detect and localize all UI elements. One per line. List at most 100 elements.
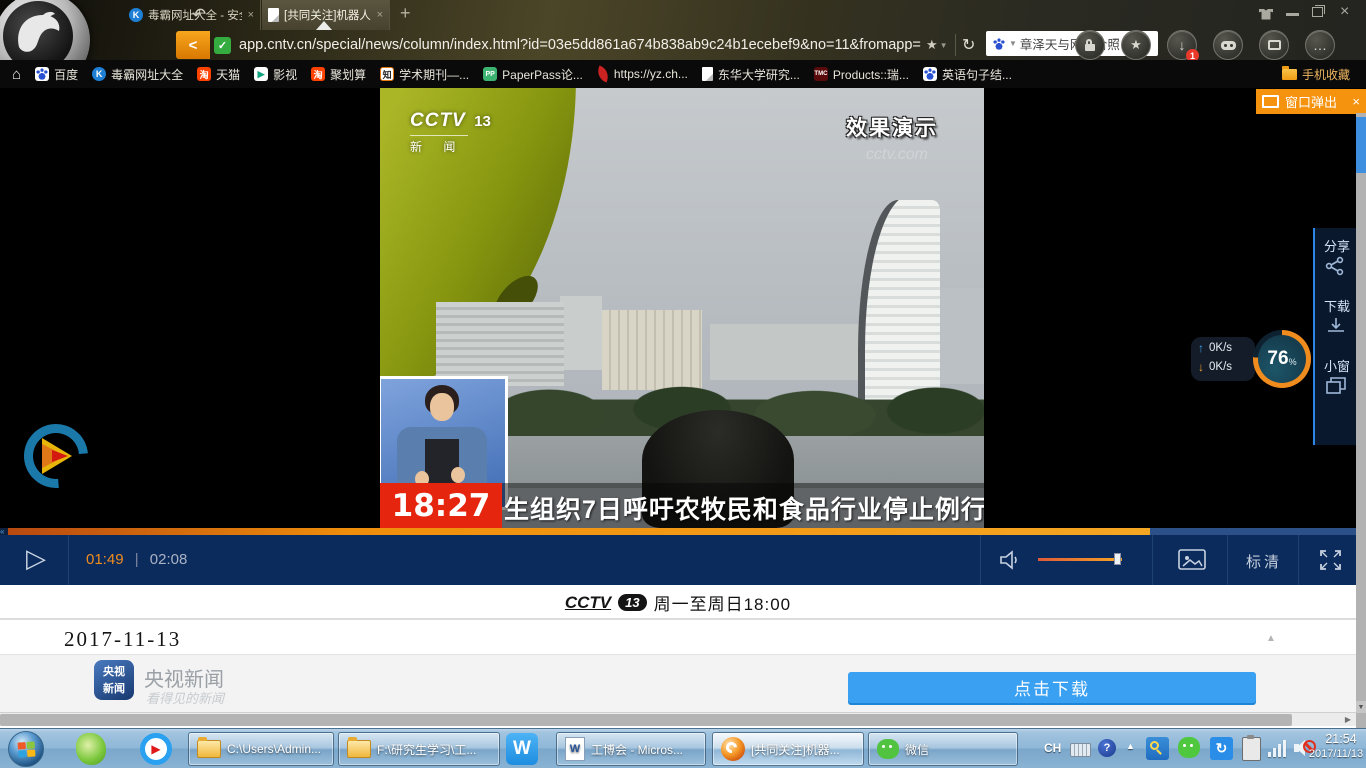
- tray-wechat-icon[interactable]: [1178, 737, 1200, 758]
- tray-search-icon[interactable]: [1146, 737, 1169, 760]
- home-icon[interactable]: ⌂: [12, 66, 21, 83]
- tab-duba-homepage[interactable]: K 毒霸网址大全 - 安全... ×: [123, 0, 261, 30]
- mini-window-label[interactable]: 小窗: [1324, 356, 1350, 375]
- tmc-icon: TMC: [814, 67, 828, 81]
- bookmark-juhuasuan[interactable]: 淘聚划算: [311, 66, 366, 83]
- share-icon[interactable]: [1325, 256, 1347, 276]
- privacy-lock-button[interactable]: [1075, 30, 1105, 60]
- video-frame[interactable]: CCTV 13 新 闻 效果演示 cctv.com 18:27 生组织7日呼吁农…: [380, 88, 984, 528]
- folder-icon: [197, 740, 221, 758]
- download-label[interactable]: 下载: [1324, 296, 1350, 315]
- bookmarks-bar: ⌂ 百度 K毒霸网址大全 淘天猫 ▶ 影视 淘聚划算 知学术期刊—... PPPa…: [0, 60, 1366, 88]
- fullscreen-button[interactable]: [1318, 548, 1343, 572]
- schedule-text: 周一至周日18:00: [654, 590, 792, 615]
- seek-bar[interactable]: «: [0, 528, 1366, 535]
- quality-button[interactable]: 标清: [1246, 551, 1282, 572]
- windows-flag-icon: [17, 741, 35, 757]
- volume-icon[interactable]: [998, 549, 1022, 571]
- play-icon: ▶: [254, 67, 268, 81]
- video-center-button[interactable]: [1259, 30, 1289, 60]
- play-button[interactable]: ▷: [26, 543, 46, 574]
- address-back-button[interactable]: <: [176, 31, 210, 59]
- bookmark-duba[interactable]: K毒霸网址大全: [92, 66, 183, 83]
- popup-close-icon[interactable]: ×: [1352, 94, 1360, 109]
- upload-arrow-icon: ↑: [1198, 341, 1204, 355]
- volume-slider[interactable]: [1038, 558, 1122, 561]
- bookmark-label: 影视: [273, 66, 297, 83]
- download-arrow-icon: ↓: [1198, 360, 1204, 374]
- taskbar-window-word[interactable]: W 工博会 - Micros...: [556, 732, 706, 766]
- tray-help-icon[interactable]: ?: [1098, 739, 1116, 757]
- bookmark-video[interactable]: ▶ 影视: [254, 66, 297, 83]
- taskbar-window-folder-f[interactable]: F:\研究生学习\工...: [338, 732, 500, 766]
- taskbar-window-folder-c[interactable]: C:\Users\Admin...: [188, 732, 334, 766]
- new-tab-button[interactable]: +: [400, 3, 411, 24]
- media-player-icon[interactable]: ▶: [140, 733, 172, 765]
- tray-clock[interactable]: 21:54 2017/11/13: [1318, 732, 1364, 760]
- vertical-scrollbar-thumb[interactable]: [1356, 117, 1366, 173]
- download-icon[interactable]: [1325, 316, 1347, 336]
- accelerator-gauge[interactable]: 76%: [1253, 330, 1311, 388]
- reload-button[interactable]: ↻: [962, 31, 975, 59]
- window-label: F:\研究生学习\工...: [377, 741, 476, 758]
- search-engine-dropdown-icon[interactable]: ▼: [1009, 39, 1017, 48]
- minimize-button[interactable]: [1286, 13, 1299, 16]
- window-label: 工博会 - Micros...: [591, 741, 683, 758]
- menu-more-button[interactable]: …: [1305, 30, 1335, 60]
- bookmark-yz[interactable]: https://yz.ch...: [597, 67, 688, 81]
- window-close-button[interactable]: ×: [1340, 3, 1349, 21]
- bookmark-baidu[interactable]: 百度: [35, 66, 78, 83]
- tray-clipboard-icon[interactable]: [1242, 737, 1261, 761]
- star-icon: ★: [1130, 37, 1142, 53]
- bookmark-tmall[interactable]: 淘天猫: [197, 66, 240, 83]
- bookmark-star[interactable]: ★▼: [926, 31, 948, 59]
- taskbar-window-browser[interactable]: [共同关注]机器...: [712, 732, 864, 766]
- popup-label: 窗口弹出: [1285, 92, 1346, 111]
- tab-close-icon[interactable]: ×: [377, 9, 383, 21]
- horizontal-scrollbar[interactable]: ▶: [0, 712, 1356, 726]
- bookmark-cnki[interactable]: 知学术期刊—...: [380, 66, 469, 83]
- start-button[interactable]: [8, 731, 44, 767]
- bookmark-dhu[interactable]: 东华大学研究...: [702, 66, 800, 83]
- tab-close-icon[interactable]: ×: [248, 9, 254, 21]
- scroll-right-arrow[interactable]: ▶: [1340, 713, 1356, 726]
- download-app-button[interactable]: 点击下载: [848, 672, 1256, 703]
- snapshot-button[interactable]: [1178, 548, 1206, 571]
- volume-handle[interactable]: [1114, 553, 1121, 565]
- mini-window-icon[interactable]: [1325, 376, 1347, 396]
- url-text[interactable]: app.cntv.cn/special/news/column/index.ht…: [239, 37, 921, 53]
- cheetah-browser-icon: [721, 737, 745, 761]
- bookmarks-folder-mobile[interactable]: 手机收藏: [1282, 66, 1350, 83]
- tray-sync-icon[interactable]: ↻: [1210, 737, 1233, 760]
- active-tab-pointer: [316, 21, 332, 30]
- downloads-button[interactable]: ↓1: [1167, 30, 1197, 60]
- folder-icon: [1282, 69, 1297, 80]
- tray-keyboard-icon[interactable]: [1070, 743, 1091, 757]
- popup-window-button[interactable]: 窗口弹出 ×: [1256, 89, 1366, 114]
- scroll-down-arrow[interactable]: ▼: [1356, 701, 1366, 713]
- coreldraw-icon[interactable]: [76, 733, 106, 765]
- scroll-up-arrow[interactable]: ▲: [1266, 633, 1276, 644]
- baidu-paw-icon: [35, 67, 49, 81]
- taskbar-window-wechat[interactable]: 微信: [868, 732, 1018, 766]
- tray-language-indicator[interactable]: CH: [1044, 741, 1061, 755]
- horizontal-scrollbar-thumb[interactable]: [0, 714, 1292, 726]
- favorites-button[interactable]: ★: [1121, 30, 1151, 60]
- skin-button[interactable]: [1256, 6, 1276, 22]
- bookmark-english[interactable]: 英语句子结...: [923, 66, 1012, 83]
- games-button[interactable]: [1213, 30, 1243, 60]
- date-heading: 2017-11-13: [64, 627, 181, 652]
- vertical-scrollbar[interactable]: ▼: [1356, 113, 1366, 728]
- bookmark-paperpass[interactable]: PPPaperPass论...: [483, 66, 583, 83]
- bookmark-label: PaperPass论...: [502, 66, 583, 83]
- bookmark-products[interactable]: TMCProducts::瑞...: [814, 66, 909, 83]
- address-bar[interactable]: ✓ app.cntv.cn/special/news/column/index.…: [214, 31, 924, 59]
- net-speed-pill[interactable]: ↑0K/s ↓0K/s: [1191, 337, 1255, 381]
- tray-network-icon[interactable]: [1268, 739, 1288, 757]
- window-label: C:\Users\Admin...: [227, 742, 321, 756]
- wps-icon[interactable]: W: [506, 733, 538, 765]
- restore-button[interactable]: [1312, 7, 1323, 17]
- page-icon: [702, 67, 713, 81]
- share-label[interactable]: 分享: [1324, 236, 1350, 255]
- tray-show-hidden-icons[interactable]: ▲: [1126, 741, 1135, 751]
